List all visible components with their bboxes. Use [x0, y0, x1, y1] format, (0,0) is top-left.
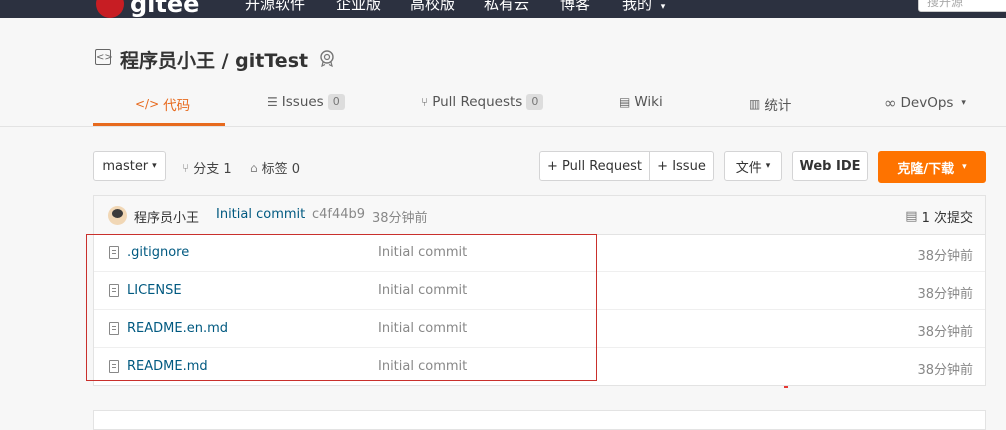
- tab-devops[interactable]: ∞ DevOps ▾: [884, 94, 966, 112]
- latest-commit-bar: 程序员小王 Initial commit c4f44b9 38分钟前 ▤ 1 次…: [94, 196, 985, 235]
- clone-download-button[interactable]: 克隆/下载 ▾: [878, 151, 986, 183]
- chevron-down-icon: ▾: [660, 2, 666, 12]
- issues-count-badge: 0: [327, 94, 345, 110]
- nav-enterprise[interactable]: 企业版: [336, 0, 381, 14]
- search-input[interactable]: 搜开源: [918, 0, 1006, 12]
- stats-icon: ▥: [749, 97, 761, 111]
- active-tab-indicator: [93, 123, 225, 126]
- tab-devops-label: DevOps: [900, 95, 954, 111]
- file-name-link[interactable]: LICENSE: [127, 283, 182, 298]
- pull-request-icon: ⑂: [421, 95, 429, 109]
- nav-mine[interactable]: 我的 ▾: [622, 0, 665, 14]
- tab-pull-requests-label: Pull Requests: [432, 94, 523, 110]
- tag-icon: ⌂: [250, 160, 258, 175]
- nav-blog[interactable]: 博客: [560, 0, 590, 14]
- nav-open-source[interactable]: 开源软件: [245, 0, 305, 14]
- top-navbar: gitee 开源软件 企业版 高校版 私有云 博客 我的 ▾ 搜开源: [0, 0, 1006, 18]
- nav-education[interactable]: 高校版: [410, 0, 455, 14]
- nav-mine-label: 我的: [622, 0, 653, 13]
- branches-label: 分支 1: [193, 162, 232, 177]
- search-placeholder: 搜开源: [927, 0, 964, 9]
- tab-stats[interactable]: ▥ 统计: [749, 94, 791, 114]
- commit-message-link[interactable]: Initial commit: [216, 207, 305, 222]
- file-icon: [109, 246, 119, 259]
- tags-link[interactable]: ⌂ 标签 0: [250, 158, 301, 178]
- commit-history-icon: ▤: [905, 209, 918, 224]
- table-row[interactable]: README.en.md Initial commit 38分钟前: [94, 310, 985, 348]
- chevron-down-icon: ▾: [962, 162, 967, 172]
- repo-title[interactable]: 程序员小王 / gitTest: [120, 46, 308, 73]
- devops-icon: ∞: [884, 94, 897, 112]
- pull-requests-count-badge: 0: [526, 94, 544, 110]
- new-issue-button[interactable]: + Issue: [650, 151, 714, 181]
- file-commit-time: 38分钟前: [917, 325, 973, 340]
- file-name-link[interactable]: README.md: [127, 359, 208, 374]
- branches-link[interactable]: ⑂ 分支 1: [182, 158, 232, 178]
- gitee-logo-icon[interactable]: [96, 0, 124, 18]
- repo-code-icon: <>: [95, 49, 113, 65]
- wiki-icon: ▤: [619, 95, 631, 109]
- file-commit-time: 38分钟前: [917, 249, 973, 264]
- chevron-down-icon: ▾: [765, 161, 771, 171]
- file-commit-message[interactable]: Initial commit: [378, 359, 467, 374]
- file-commit-time: 38分钟前: [917, 363, 973, 378]
- tab-pull-requests[interactable]: ⑂ Pull Requests 0: [421, 94, 544, 110]
- branch-icon: ⑂: [182, 160, 190, 175]
- file-menu-button[interactable]: 文件 ▾: [724, 151, 782, 181]
- new-pull-request-button[interactable]: + Pull Request: [539, 151, 650, 181]
- table-row[interactable]: .gitignore Initial commit 38分钟前: [94, 234, 985, 272]
- table-row[interactable]: README.md Initial commit 38分钟前: [94, 348, 985, 386]
- commit-count-link[interactable]: ▤ 1 次提交: [905, 207, 973, 226]
- file-commit-message[interactable]: Initial commit: [378, 283, 467, 298]
- commit-time: 38分钟前: [372, 211, 428, 226]
- file-icon: [109, 284, 119, 297]
- chevron-down-icon: ▾: [961, 98, 966, 108]
- file-icon: [109, 360, 119, 373]
- file-commit-message[interactable]: Initial commit: [378, 245, 467, 260]
- repo-header: <> 程序员小王 / gitTest </> 代码 ☰ Issues 0 ⑂ P…: [0, 18, 1006, 127]
- annotation-mark: [784, 386, 788, 388]
- tab-issues[interactable]: ☰ Issues 0: [267, 94, 345, 110]
- file-list: 程序员小王 Initial commit c4f44b9 38分钟前 ▤ 1 次…: [93, 195, 986, 386]
- gitee-logo-text[interactable]: gitee: [130, 0, 199, 18]
- file-name-link[interactable]: .gitignore: [127, 245, 189, 260]
- tab-issues-label: Issues: [281, 94, 324, 110]
- issues-icon: ☰: [267, 95, 278, 109]
- nav-private-cloud[interactable]: 私有云: [484, 0, 529, 14]
- commit-author[interactable]: 程序员小王: [134, 207, 199, 226]
- file-icon: [109, 322, 119, 335]
- chevron-down-icon: ▾: [152, 161, 157, 171]
- commit-hash[interactable]: c4f44b9: [312, 207, 365, 222]
- tab-wiki-label: Wiki: [634, 94, 663, 110]
- file-commit-message[interactable]: Initial commit: [378, 321, 467, 336]
- tags-label: 标签 0: [261, 162, 301, 177]
- table-row[interactable]: LICENSE Initial commit 38分钟前: [94, 272, 985, 310]
- avatar[interactable]: [108, 206, 127, 225]
- branch-select[interactable]: master ▾: [93, 151, 166, 181]
- code-icon: </>: [135, 97, 160, 111]
- tab-code[interactable]: </> 代码: [135, 94, 190, 114]
- file-menu-label: 文件: [735, 160, 762, 176]
- tab-code-label: 代码: [163, 98, 191, 114]
- clone-download-label: 克隆/下载: [897, 161, 955, 177]
- tab-wiki[interactable]: ▤ Wiki: [619, 94, 663, 110]
- branch-select-label: master: [102, 158, 149, 174]
- tab-stats-label: 统计: [764, 98, 792, 114]
- file-commit-time: 38分钟前: [917, 287, 973, 302]
- commit-count-label: 1 次提交: [921, 211, 973, 226]
- web-ide-button[interactable]: Web IDE: [792, 151, 868, 181]
- readme-panel: [93, 410, 986, 430]
- file-name-link[interactable]: README.en.md: [127, 321, 228, 336]
- badge-icon[interactable]: [318, 49, 336, 67]
